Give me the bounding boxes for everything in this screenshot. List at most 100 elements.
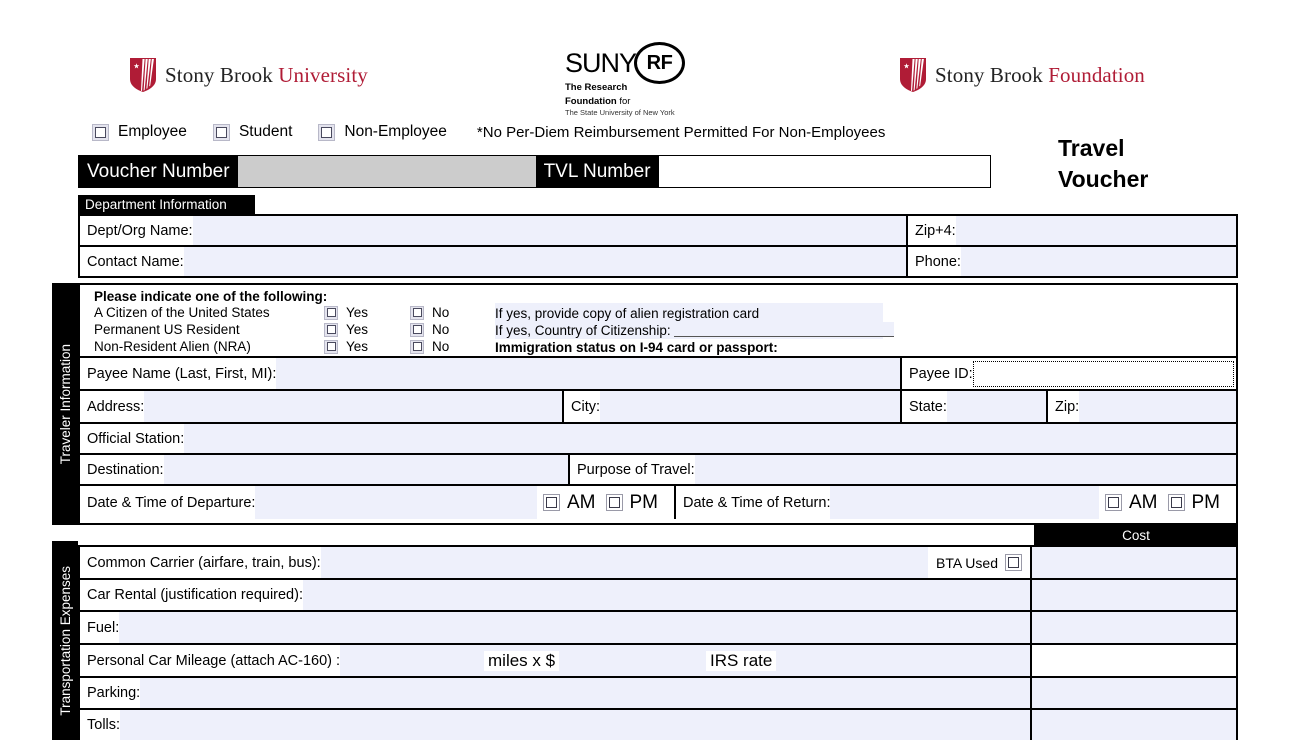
department-information-tab: Department Information <box>78 195 255 214</box>
zip4-input[interactable] <box>956 216 1236 245</box>
citizenship-nra-no[interactable]: No <box>410 339 496 354</box>
citizenship-row-citizen-label: A Citizen of the United States <box>94 305 324 320</box>
suny-logo-text: SUNY <box>565 50 636 77</box>
city-input[interactable] <box>600 391 900 422</box>
miles-times-rate-label: miles x $ <box>484 651 559 671</box>
parking-field[interactable]: Parking: <box>80 678 1032 708</box>
state-field[interactable]: State: <box>902 391 1048 422</box>
phone-input[interactable] <box>961 247 1236 276</box>
checkbox-nra-yes-icon[interactable] <box>324 340 338 354</box>
payee-type-non-employee[interactable]: Non-Employee <box>318 123 447 141</box>
tolls-input[interactable] <box>120 710 1030 740</box>
citizenship-citizen-yes-label: Yes <box>346 305 368 320</box>
parking-cost-input[interactable] <box>1032 678 1236 708</box>
fuel-field[interactable]: Fuel: <box>80 612 1032 643</box>
purpose-of-travel-input[interactable] <box>695 455 1236 484</box>
common-carrier-cost-input[interactable] <box>1032 547 1236 578</box>
personal-car-mileage-cost-input[interactable] <box>1032 645 1236 676</box>
phone-field[interactable]: Phone: <box>908 247 1236 276</box>
fuel-label: Fuel: <box>80 620 119 636</box>
state-input[interactable] <box>947 391 1046 422</box>
return-pm-label: PM <box>1192 492 1221 514</box>
checkbox-permanent-resident-yes-icon[interactable] <box>324 323 338 337</box>
return-datetime-field[interactable]: Date & Time of Return: AM PM <box>676 486 1236 519</box>
citizenship-block: Please indicate one of the following: A … <box>80 285 1236 356</box>
payee-type-employee[interactable]: Employee <box>92 123 187 141</box>
checkbox-permanent-resident-no-icon[interactable] <box>410 323 424 337</box>
checkbox-departure-pm-icon[interactable] <box>606 494 623 511</box>
contact-name-input[interactable] <box>184 247 906 276</box>
rf-tagline-line1: The Research <box>565 83 685 94</box>
personal-car-mileage-field[interactable]: Personal Car Mileage (attach AC-160) : m… <box>80 645 1032 676</box>
contact-name-field[interactable]: Contact Name: <box>80 247 908 276</box>
address-input[interactable] <box>144 391 562 422</box>
citizenship-heading: Please indicate one of the following: <box>94 289 1236 304</box>
destination-field[interactable]: Destination: <box>80 455 570 484</box>
payee-id-label: Payee ID: <box>902 366 973 382</box>
car-rental-cost-input[interactable] <box>1032 580 1236 610</box>
citizenship-note-country-label: If yes, Country of Citizenship: <box>495 323 671 338</box>
address-field[interactable]: Address: <box>80 391 564 422</box>
fuel-cost-input[interactable] <box>1032 612 1236 643</box>
dept-org-name-label: Dept/Org Name: <box>80 223 193 239</box>
checkbox-return-am-icon[interactable] <box>1105 494 1122 511</box>
common-carrier-field[interactable]: Common Carrier (airfare, train, bus): BT… <box>80 547 1032 578</box>
zip-input[interactable] <box>1079 391 1236 422</box>
citizenship-citizen-yes[interactable]: Yes <box>324 305 410 320</box>
citizenship-permanent-resident-no[interactable]: No <box>410 322 496 337</box>
checkbox-employee-icon[interactable] <box>92 124 109 141</box>
sbf-logo-word2: Foundation <box>1048 63 1145 87</box>
departure-ampm-group: AM PM <box>537 492 674 514</box>
checkbox-citizen-no-icon[interactable] <box>410 306 424 320</box>
departure-datetime-field[interactable]: Date & Time of Departure: AM PM <box>80 486 676 519</box>
official-station-field[interactable]: Official Station: <box>80 424 1236 453</box>
sbu-logo-text: Stony Brook University <box>165 63 368 88</box>
common-carrier-input[interactable] <box>321 547 928 578</box>
checkbox-student-icon[interactable] <box>213 124 230 141</box>
dept-org-name-input[interactable] <box>193 216 906 245</box>
checkbox-return-pm-icon[interactable] <box>1168 494 1185 511</box>
citizenship-citizen-no[interactable]: No <box>410 305 496 320</box>
city-field[interactable]: City: <box>564 391 902 422</box>
car-rental-input[interactable] <box>303 580 1030 610</box>
dept-org-name-field[interactable]: Dept/Org Name: <box>80 216 908 245</box>
fuel-input[interactable] <box>119 612 1030 643</box>
parking-input[interactable] <box>140 678 1030 708</box>
checkbox-departure-am-icon[interactable] <box>543 494 560 511</box>
voucher-number-input[interactable] <box>238 156 536 187</box>
bta-used-group[interactable]: BTA Used <box>928 554 1030 571</box>
transportation-expenses-section: Common Carrier (airfare, train, bus): BT… <box>78 545 1238 740</box>
zip4-field[interactable]: Zip+4: <box>908 216 1236 245</box>
payee-id-field[interactable]: Payee ID: <box>902 358 1236 389</box>
purpose-of-travel-field[interactable]: Purpose of Travel: <box>570 455 1236 484</box>
payee-id-input[interactable] <box>973 361 1234 387</box>
personal-car-mileage-label: Personal Car Mileage (attach AC-160) : <box>80 653 340 669</box>
zip-field[interactable]: Zip: <box>1048 391 1236 422</box>
car-rental-field[interactable]: Car Rental (justification required): <box>80 580 1032 610</box>
cost-column-header: Cost <box>1034 525 1238 545</box>
payee-name-input[interactable] <box>276 358 900 389</box>
stony-brook-university-logo: Stony Brook University <box>130 58 368 92</box>
stony-brook-foundation-logo: Stony Brook Foundation <box>900 58 1145 92</box>
checkbox-bta-used-icon[interactable] <box>1005 554 1022 571</box>
checkbox-citizen-yes-icon[interactable] <box>324 306 338 320</box>
voucher-number-label: Voucher Number <box>79 156 238 187</box>
tolls-cost-input[interactable] <box>1032 710 1236 740</box>
checkbox-nra-no-icon[interactable] <box>410 340 424 354</box>
payee-name-field[interactable]: Payee Name (Last, First, MI): <box>80 358 902 389</box>
personal-car-mileage-input[interactable] <box>340 645 1030 676</box>
traveler-information-section: Please indicate one of the following: A … <box>78 283 1238 525</box>
citizenship-country-input[interactable] <box>674 322 894 337</box>
citizenship-nra-yes[interactable]: Yes <box>324 339 410 354</box>
destination-input[interactable] <box>164 455 568 484</box>
tolls-field[interactable]: Tolls: <box>80 710 1032 740</box>
city-label: City: <box>564 399 600 415</box>
payee-type-student[interactable]: Student <box>213 123 292 141</box>
tvl-number-input[interactable] <box>659 156 990 187</box>
checkbox-non-employee-icon[interactable] <box>318 124 335 141</box>
departure-datetime-input[interactable] <box>255 486 537 519</box>
official-station-input[interactable] <box>184 424 1236 453</box>
irs-rate-label: IRS rate <box>706 651 776 671</box>
return-datetime-input[interactable] <box>830 486 1099 519</box>
citizenship-permanent-resident-yes[interactable]: Yes <box>324 322 410 337</box>
